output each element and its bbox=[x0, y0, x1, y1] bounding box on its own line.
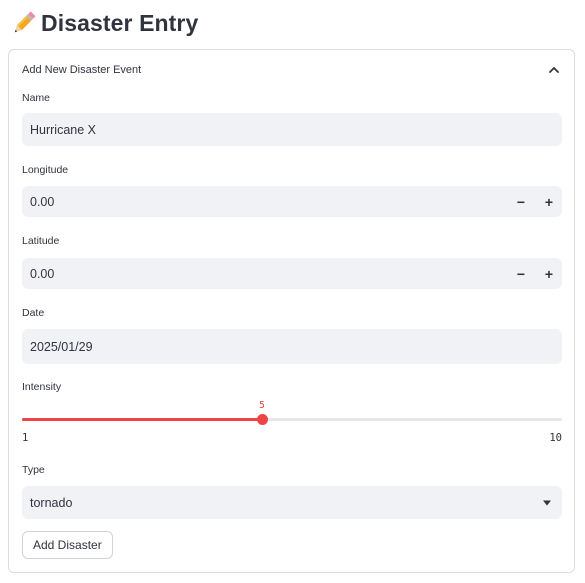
date-input-value: 2025/01/29 bbox=[30, 339, 93, 354]
page-title: Disaster Entry bbox=[41, 9, 199, 36]
type-select-value: tornado bbox=[30, 495, 73, 510]
caret-down-icon bbox=[543, 500, 551, 505]
add-disaster-button[interactable]: Add Disaster bbox=[22, 531, 113, 559]
longitude-label: Longitude bbox=[22, 164, 69, 176]
latitude-decrement-button[interactable]: − bbox=[512, 265, 530, 283]
intensity-slider-thumb[interactable] bbox=[257, 414, 268, 425]
expander-title: Add New Disaster Event bbox=[22, 64, 142, 76]
name-input-value: Hurricane X bbox=[30, 122, 96, 137]
longitude-input-value: 0.00 bbox=[30, 194, 55, 209]
intensity-slider[interactable]: 5 bbox=[22, 400, 562, 425]
type-label: Type bbox=[22, 464, 45, 476]
pencil-icon bbox=[10, 9, 38, 37]
latitude-input[interactable]: 0.00 − + bbox=[22, 258, 562, 289]
intensity-label: Intensity bbox=[22, 381, 62, 393]
name-input[interactable]: Hurricane X bbox=[22, 113, 562, 146]
add-disaster-expander: Add New Disaster Event Name Hurricane X … bbox=[8, 49, 575, 573]
date-input[interactable]: 2025/01/29 bbox=[22, 329, 562, 364]
date-label: Date bbox=[22, 307, 45, 319]
longitude-increment-button[interactable]: + bbox=[540, 193, 558, 211]
page-header: Disaster Entry bbox=[10, 8, 198, 38]
intensity-slider-fill bbox=[22, 418, 262, 421]
type-select[interactable]: tornado bbox=[22, 486, 562, 519]
chevron-up-icon[interactable] bbox=[547, 63, 561, 77]
name-label: Name bbox=[22, 92, 51, 104]
expander-header[interactable]: Add New Disaster Event bbox=[9, 50, 574, 90]
latitude-increment-button[interactable]: + bbox=[540, 265, 558, 283]
longitude-input[interactable]: 0.00 − + bbox=[22, 186, 562, 217]
intensity-slider-value: 5 bbox=[259, 400, 265, 411]
app-page: Disaster Entry Add New Disaster Event Na… bbox=[0, 0, 585, 583]
latitude-label: Latitude bbox=[22, 235, 60, 247]
latitude-input-value: 0.00 bbox=[30, 266, 55, 281]
intensity-min-label: 1 bbox=[22, 432, 29, 444]
intensity-max-label: 10 bbox=[549, 432, 562, 444]
longitude-decrement-button[interactable]: − bbox=[512, 193, 530, 211]
